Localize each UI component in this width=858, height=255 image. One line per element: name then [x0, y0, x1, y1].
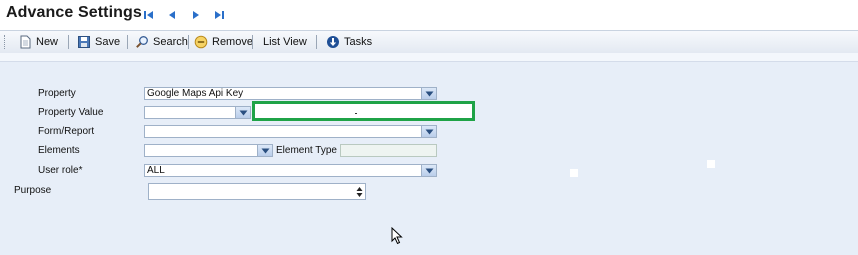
elements-dropdown-button[interactable]: [257, 145, 272, 156]
page-title: Advance Settings: [6, 4, 142, 21]
elements-label: Elements: [38, 145, 80, 156]
remove-button[interactable]: Remove: [194, 34, 253, 50]
title-bar: Advance Settings: [0, 0, 858, 30]
text-caret: [355, 113, 357, 114]
decorative-square: [707, 160, 715, 168]
user-role-select[interactable]: ALL: [144, 164, 437, 177]
form-report-label: Form/Report: [38, 126, 95, 137]
user-role-label: User role*: [38, 165, 83, 176]
first-record-icon[interactable]: [142, 8, 156, 22]
property-select-value: Google Maps Api Key: [147, 88, 244, 99]
purpose-scroll-buttons[interactable]: [353, 184, 365, 199]
save-disk-icon: [77, 35, 91, 49]
tasks-down-arrow-icon: [326, 35, 340, 49]
chevron-down-icon: [425, 168, 433, 173]
toolbar-separator: [68, 35, 69, 49]
property-value-input-highlighted[interactable]: [252, 101, 475, 121]
remove-minus-icon: [194, 35, 208, 49]
search-button[interactable]: Search: [135, 34, 188, 50]
chevron-down-icon: [261, 148, 269, 153]
purpose-textarea[interactable]: [148, 183, 366, 200]
list-view-button[interactable]: List View: [263, 34, 307, 50]
search-button-label: Search: [153, 36, 188, 48]
element-type-label: Element Type: [276, 145, 337, 156]
decorative-square: [570, 169, 578, 177]
next-record-icon[interactable]: [189, 8, 203, 22]
toolbar-separator: [252, 35, 253, 49]
last-record-icon[interactable]: [212, 8, 226, 22]
toolbar-grip: [4, 35, 7, 49]
search-icon: [135, 35, 149, 49]
property-dropdown-button[interactable]: [421, 88, 436, 99]
tasks-button[interactable]: Tasks: [326, 34, 372, 50]
save-button[interactable]: Save: [77, 34, 120, 50]
purpose-label: Purpose: [14, 185, 52, 196]
property-value-label: Property Value: [38, 107, 104, 118]
elements-select[interactable]: [144, 144, 273, 157]
toolbar-separator: [188, 35, 189, 49]
new-button[interactable]: New: [18, 34, 58, 50]
property-value-dropdown-button[interactable]: [235, 107, 250, 118]
user-role-dropdown-button[interactable]: [421, 165, 436, 176]
property-label: Property: [38, 88, 76, 99]
tasks-button-label: Tasks: [344, 36, 373, 48]
form-panel-header: [0, 53, 858, 62]
toolbar-separator: [127, 35, 128, 49]
user-role-select-value: ALL: [147, 165, 165, 176]
element-type-field: [340, 144, 437, 157]
form-report-select[interactable]: [144, 125, 437, 138]
chevron-down-icon: [425, 129, 433, 134]
scroll-up-down-icon: [356, 186, 362, 197]
previous-record-icon[interactable]: [165, 8, 179, 22]
save-button-label: Save: [95, 36, 121, 48]
toolbar: New Save Search Remove List View Tasks: [0, 30, 858, 54]
remove-button-label: Remove: [212, 36, 253, 48]
new-button-label: New: [36, 36, 59, 48]
chevron-down-icon: [425, 91, 433, 96]
list-view-button-label: List View: [263, 36, 307, 48]
property-select[interactable]: Google Maps Api Key: [144, 87, 437, 100]
mouse-pointer-icon: [391, 226, 405, 245]
form-report-dropdown-button[interactable]: [421, 126, 436, 137]
new-document-icon: [18, 35, 32, 49]
toolbar-separator: [316, 35, 317, 49]
chevron-down-icon: [239, 110, 247, 115]
property-value-select[interactable]: [144, 106, 251, 119]
